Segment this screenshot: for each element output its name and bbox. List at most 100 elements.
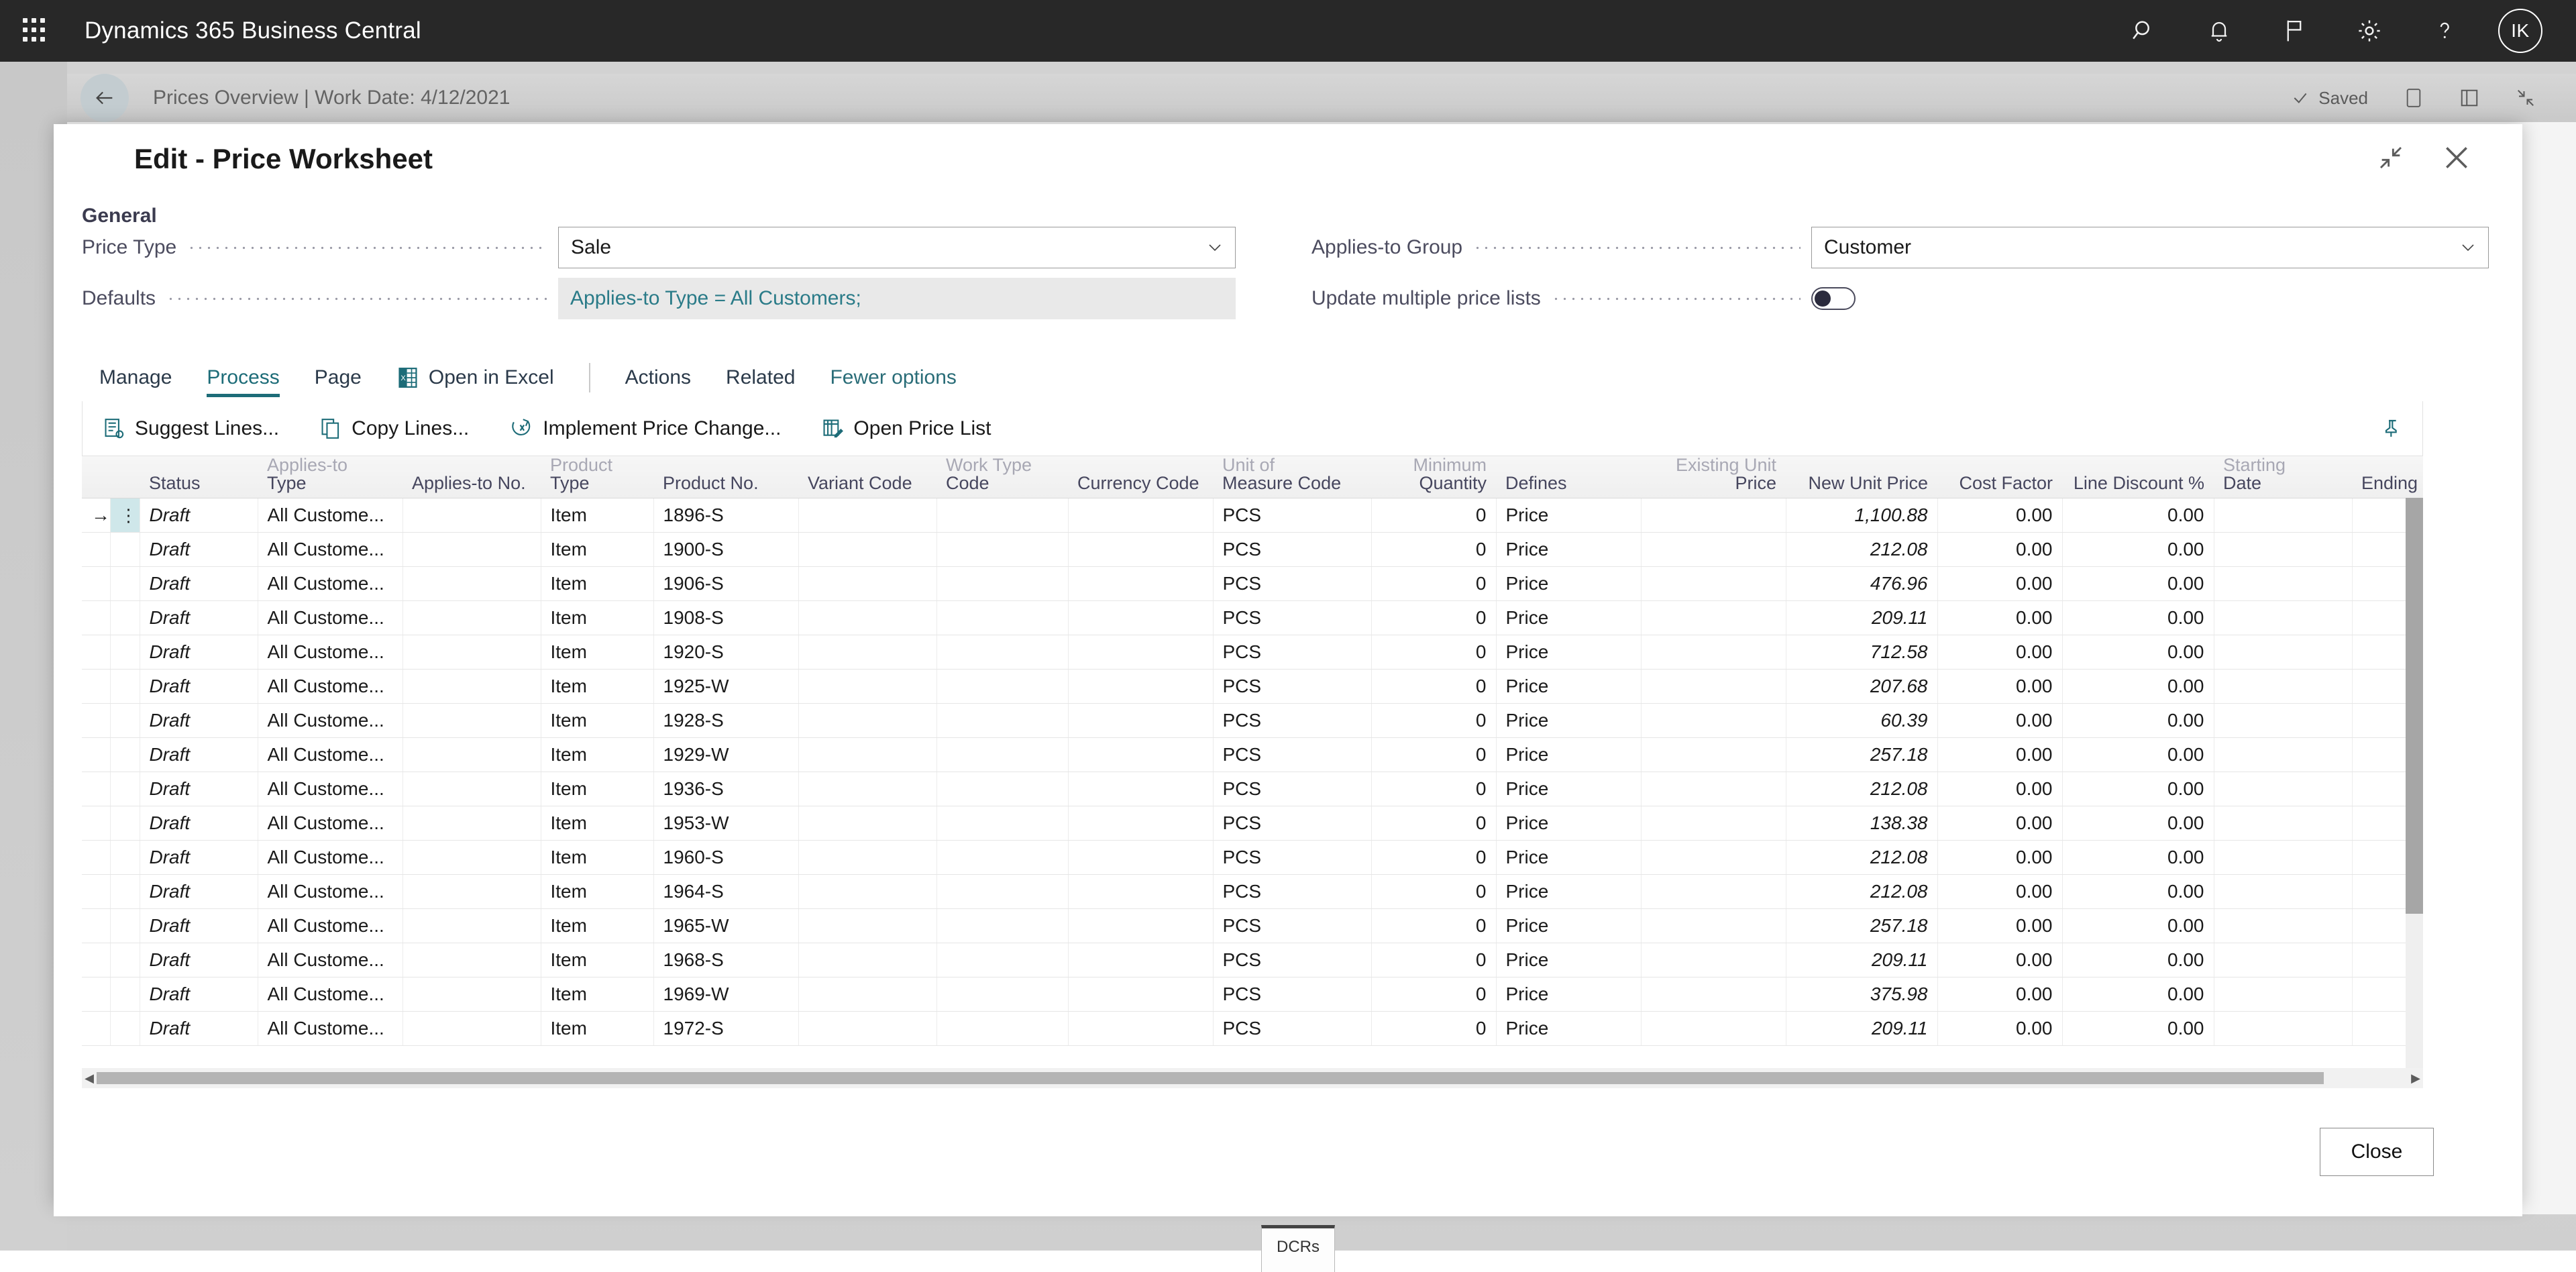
cell-variant-code[interactable] — [798, 669, 936, 703]
row-menu-icon[interactable] — [110, 635, 140, 669]
price-worksheet-grid[interactable]: StatusApplies-toTypeApplies-to No. Produc… — [82, 456, 2423, 1068]
close-button[interactable]: Close — [2320, 1128, 2434, 1176]
cell-existing-unit-price[interactable] — [1641, 669, 1786, 703]
cell-new-unit-price[interactable]: 212.08 — [1786, 772, 1937, 806]
cell-status[interactable]: Draft — [140, 772, 258, 806]
cell-new-unit-price[interactable]: 375.98 — [1786, 977, 1937, 1011]
cell-starting-date[interactable] — [2214, 566, 2352, 600]
col-applies-to-no[interactable]: Applies-to No. — [402, 456, 541, 498]
cell-applies-to-no[interactable] — [402, 669, 541, 703]
cell-status[interactable]: Draft — [140, 532, 258, 566]
cell-defines[interactable]: Price — [1496, 566, 1641, 600]
cell-defines[interactable]: Price — [1496, 806, 1641, 840]
col-new-unit-price[interactable]: New Unit Price — [1786, 456, 1937, 498]
col-work-type-code[interactable]: Work TypeCode — [936, 456, 1068, 498]
cell-variant-code[interactable] — [798, 772, 936, 806]
cell-line-discount-pct[interactable]: 0.00 — [2062, 600, 2214, 635]
cell-minimum-quantity[interactable]: 0 — [1371, 737, 1496, 772]
cell-variant-code[interactable] — [798, 943, 936, 977]
cell-status[interactable]: Draft — [140, 703, 258, 737]
cell-product-type[interactable]: Item — [541, 498, 653, 532]
cell-applies-to-type[interactable]: All Custome... — [258, 532, 402, 566]
cell-unit-of-measure-code[interactable]: PCS — [1213, 806, 1371, 840]
pin-icon[interactable] — [2377, 414, 2406, 443]
cell-line-discount-pct[interactable]: 0.00 — [2062, 669, 2214, 703]
row-menu-icon[interactable] — [110, 566, 140, 600]
cell-applies-to-no[interactable] — [402, 977, 541, 1011]
table-row[interactable]: DraftAll Custome...Item1928-SPCS0Price60… — [82, 703, 2423, 737]
cell-cost-factor[interactable]: 0.00 — [1937, 977, 2062, 1011]
cell-status[interactable]: Draft — [140, 669, 258, 703]
cell-defines[interactable]: Price — [1496, 669, 1641, 703]
cell-work-type-code[interactable] — [936, 1011, 1068, 1045]
scroll-right-icon[interactable]: ▶ — [2408, 1068, 2423, 1088]
col-product-no[interactable]: Product No. — [653, 456, 798, 498]
cell-product-no[interactable]: 1936-S — [653, 772, 798, 806]
cell-new-unit-price[interactable]: 209.11 — [1786, 943, 1937, 977]
cell-status[interactable]: Draft — [140, 635, 258, 669]
cell-defines[interactable]: Price — [1496, 840, 1641, 874]
cell-applies-to-type[interactable]: All Custome... — [258, 635, 402, 669]
cell-variant-code[interactable] — [798, 703, 936, 737]
cell-defines[interactable]: Price — [1496, 943, 1641, 977]
col-applies-to-type[interactable]: Applies-toType — [258, 456, 402, 498]
cell-line-discount-pct[interactable]: 0.00 — [2062, 737, 2214, 772]
cell-existing-unit-price[interactable] — [1641, 772, 1786, 806]
cell-product-no[interactable]: 1968-S — [653, 943, 798, 977]
cell-line-discount-pct[interactable]: 0.00 — [2062, 874, 2214, 908]
cell-work-type-code[interactable] — [936, 635, 1068, 669]
cell-cost-factor[interactable]: 0.00 — [1937, 772, 2062, 806]
cell-starting-date[interactable] — [2214, 635, 2352, 669]
cell-starting-date[interactable] — [2214, 874, 2352, 908]
cell-currency-code[interactable] — [1068, 943, 1213, 977]
cell-starting-date[interactable] — [2214, 669, 2352, 703]
popout-icon[interactable] — [2459, 88, 2479, 108]
cell-applies-to-no[interactable] — [402, 532, 541, 566]
cell-applies-to-type[interactable]: All Custome... — [258, 840, 402, 874]
cell-applies-to-type[interactable]: All Custome... — [258, 772, 402, 806]
scroll-left-icon[interactable]: ◀ — [82, 1068, 97, 1088]
cell-work-type-code[interactable] — [936, 600, 1068, 635]
cell-work-type-code[interactable] — [936, 806, 1068, 840]
row-menu-icon[interactable] — [110, 532, 140, 566]
cell-existing-unit-price[interactable] — [1641, 840, 1786, 874]
cell-starting-date[interactable] — [2214, 840, 2352, 874]
table-row[interactable]: DraftAll Custome...Item1964-SPCS0Price21… — [82, 874, 2423, 908]
cell-product-no[interactable]: 1906-S — [653, 566, 798, 600]
grid-horizontal-scrollbar[interactable]: ◀ ▶ — [82, 1068, 2423, 1088]
cell-cost-factor[interactable]: 0.00 — [1937, 737, 2062, 772]
cell-work-type-code[interactable] — [936, 737, 1068, 772]
cell-unit-of-measure-code[interactable]: PCS — [1213, 635, 1371, 669]
cell-existing-unit-price[interactable] — [1641, 943, 1786, 977]
cell-work-type-code[interactable] — [936, 566, 1068, 600]
cell-product-no[interactable]: 1928-S — [653, 703, 798, 737]
cell-product-no[interactable]: 1964-S — [653, 874, 798, 908]
copy-lines-button[interactable]: Copy Lines... — [299, 401, 489, 456]
row-menu-icon[interactable] — [110, 600, 140, 635]
cell-product-no[interactable]: 1925-W — [653, 669, 798, 703]
tab-manage[interactable]: Manage — [82, 357, 189, 399]
table-row[interactable]: DraftAll Custome...Item1960-SPCS0Price21… — [82, 840, 2423, 874]
cell-currency-code[interactable] — [1068, 874, 1213, 908]
help-icon[interactable] — [2423, 9, 2466, 52]
cell-unit-of-measure-code[interactable]: PCS — [1213, 737, 1371, 772]
cell-applies-to-type[interactable]: All Custome... — [258, 498, 402, 532]
col-unit-of-measure-code[interactable]: Unit ofMeasure Code — [1213, 456, 1371, 498]
cell-minimum-quantity[interactable]: 0 — [1371, 566, 1496, 600]
cell-status[interactable]: Draft — [140, 943, 258, 977]
col-status[interactable]: Status — [140, 456, 258, 498]
cell-product-no[interactable]: 1908-S — [653, 600, 798, 635]
cell-minimum-quantity[interactable]: 0 — [1371, 532, 1496, 566]
implement-price-change-button[interactable]: Implement Price Change... — [489, 401, 801, 456]
col-cost-factor[interactable]: Cost Factor — [1937, 456, 2062, 498]
cell-cost-factor[interactable]: 0.00 — [1937, 669, 2062, 703]
cell-applies-to-no[interactable] — [402, 874, 541, 908]
cell-defines[interactable]: Price — [1496, 703, 1641, 737]
flag-icon[interactable] — [2273, 9, 2316, 52]
cell-product-type[interactable]: Item — [541, 532, 653, 566]
cell-starting-date[interactable] — [2214, 703, 2352, 737]
cell-product-type[interactable]: Item — [541, 1011, 653, 1045]
cell-applies-to-no[interactable] — [402, 635, 541, 669]
cell-work-type-code[interactable] — [936, 498, 1068, 532]
cell-product-type[interactable]: Item — [541, 908, 653, 943]
